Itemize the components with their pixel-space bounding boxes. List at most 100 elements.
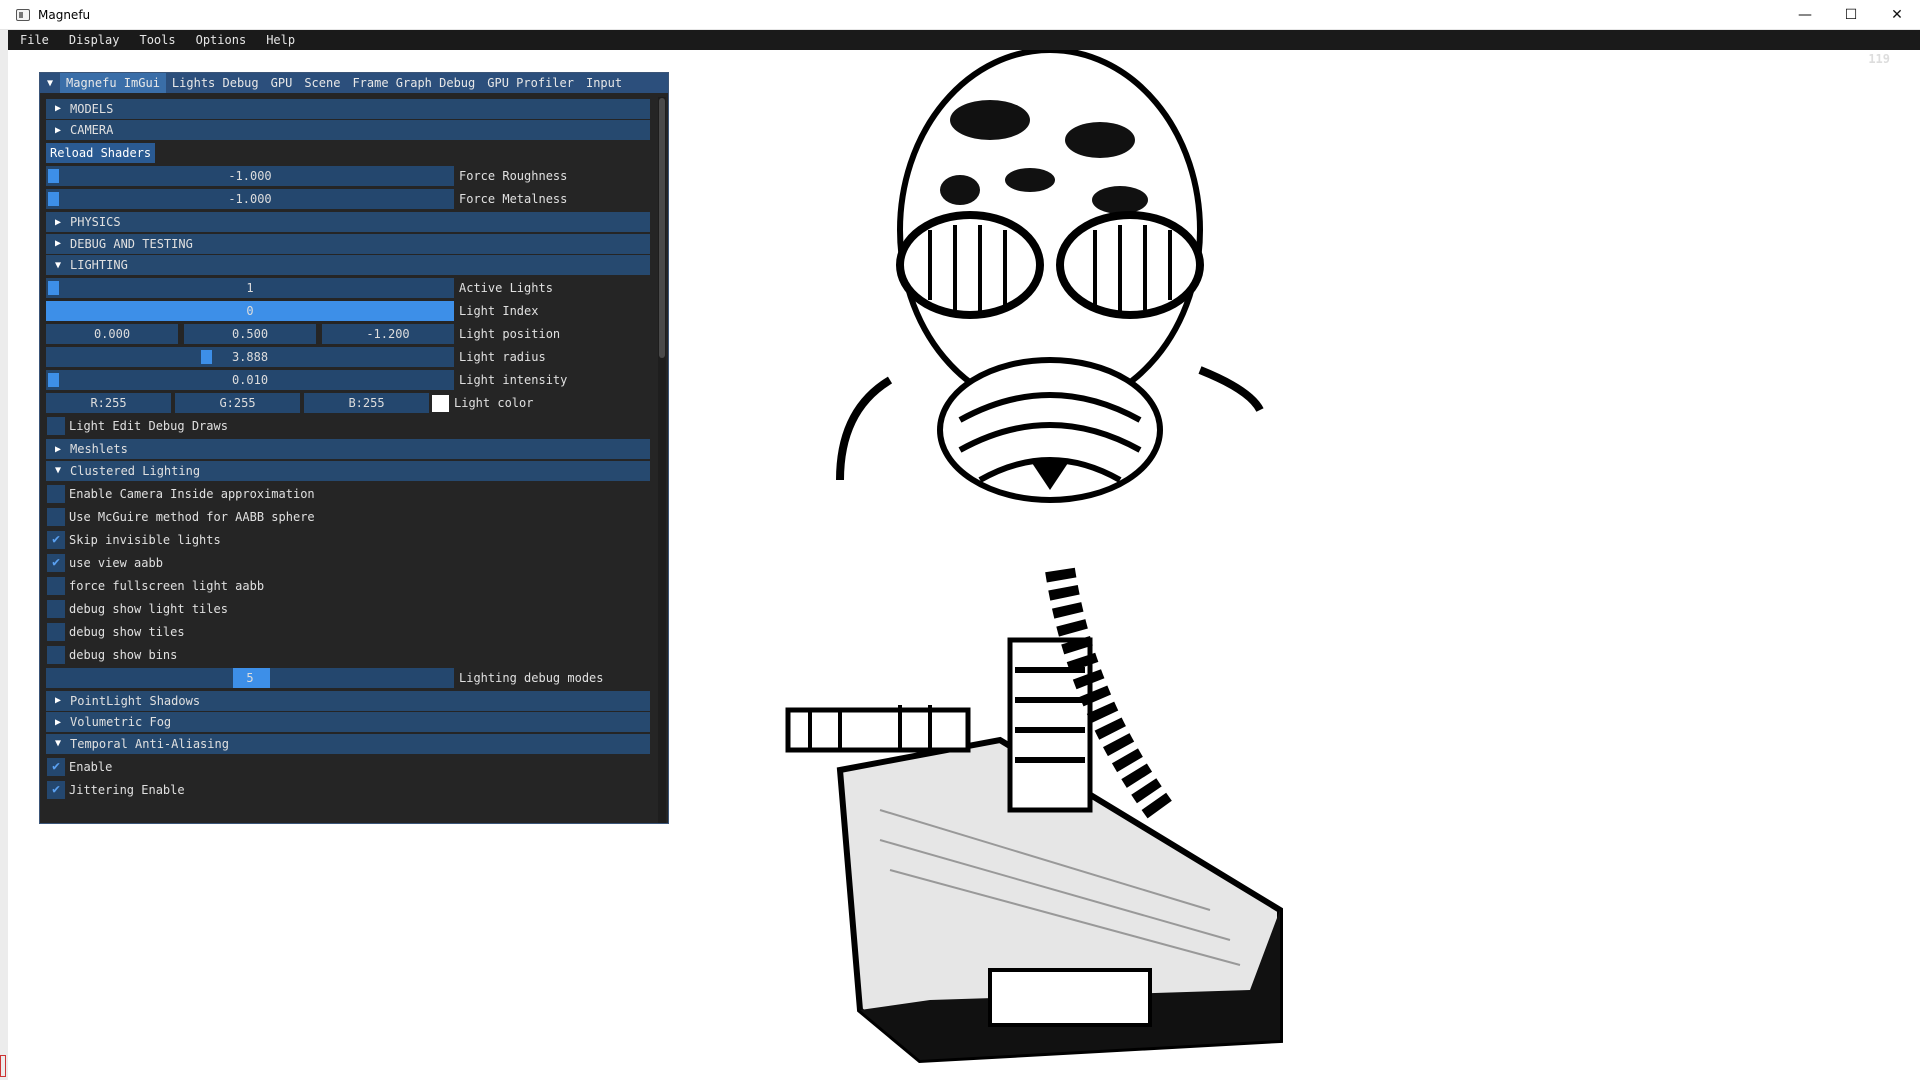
menu-display[interactable]: Display (57, 30, 128, 50)
header-camera[interactable]: ▶ CAMERA (46, 120, 650, 140)
clustered-option-row: ✔ use view aabb (46, 551, 650, 574)
clustered-checkbox[interactable] (47, 599, 65, 618)
slider-value: R:255 (90, 396, 127, 410)
minimize-button[interactable]: — (1782, 0, 1828, 30)
menu-help[interactable]: Help (254, 30, 303, 50)
header-label: DEBUG AND TESTING (70, 236, 193, 251)
checkbox-label: Jittering Enable (69, 782, 185, 797)
clustered-option-row: ✔ Skip invisible lights (46, 528, 650, 551)
scrollbar-thumb[interactable] (659, 98, 665, 358)
scene-render (785, 50, 1283, 1064)
slider-value: 0.000 (93, 327, 131, 341)
menu-options[interactable]: Options (184, 30, 255, 50)
clustered-checkbox[interactable] (47, 507, 65, 526)
taa-enable-checkbox[interactable]: ✔ (47, 757, 65, 776)
menu-file[interactable]: File (8, 30, 57, 50)
force-roughness-label: Force Roughness (459, 169, 568, 183)
expand-arrow-icon: ▶ (54, 216, 62, 228)
light-color-label: Light color (454, 396, 534, 410)
slider-grab (48, 192, 59, 206)
checkbox-label: Enable Camera Inside approximation (69, 486, 315, 501)
header-label: Clustered Lighting (70, 463, 201, 478)
light-index-row: 0 Light Index (46, 300, 650, 323)
light-position-x-field[interactable]: 0.000 (46, 324, 178, 344)
slider-value: 0.500 (231, 327, 269, 341)
tab-lights-debug[interactable]: Lights Debug (166, 73, 265, 93)
tab-gpu[interactable]: GPU (265, 73, 299, 93)
light-color-r-field[interactable]: R:255 (46, 393, 171, 413)
tab-magnefu-imgui[interactable]: Magnefu ImGui (60, 73, 166, 93)
clustered-checkbox[interactable] (47, 576, 65, 595)
clustered-checkbox[interactable] (47, 622, 65, 641)
header-volumetric-fog[interactable]: ▶ Volumetric Fog (46, 712, 650, 732)
reload-row: Reload Shaders (46, 142, 650, 165)
light-radius-label: Light radius (459, 350, 546, 364)
checkbox-label: debug show bins (69, 647, 178, 662)
menu-tools[interactable]: Tools (127, 30, 183, 50)
light-color-b-field[interactable]: B:255 (304, 393, 429, 413)
app-icon (16, 8, 30, 21)
slider-value: 0.010 (231, 373, 269, 387)
light-position-row: 0.000 0.500 -1.200 Light position (46, 323, 650, 346)
tab-frame-graph-debug[interactable]: Frame Graph Debug (346, 73, 481, 93)
lighting-debug-modes-slider[interactable]: 5 (46, 667, 454, 688)
edge-marker (0, 1055, 6, 1077)
lighting-debug-modes-row: 5 Lighting debug modes (46, 666, 650, 689)
taa-jitter-row: ✔ Jittering Enable (46, 778, 650, 801)
header-label: CAMERA (70, 123, 114, 137)
imgui-window[interactable]: ▼ Magnefu ImGui Lights Debug GPU Scene F… (39, 72, 669, 824)
header-debug[interactable]: ▶ DEBUG AND TESTING (46, 233, 650, 254)
header-label: Volumetric Fog (70, 715, 172, 729)
close-button[interactable]: ✕ (1874, 0, 1920, 30)
light-index-slider[interactable]: 0 (46, 301, 454, 321)
force-metalness-slider[interactable]: -1.000 (46, 189, 454, 209)
checkbox-label: Use McGuire method for AABB sphere (69, 509, 315, 524)
collapse-arrow-icon[interactable]: ▼ (40, 78, 60, 89)
header-pointlight-shadows[interactable]: ▶ PointLight Shadows (46, 690, 650, 711)
header-label: PHYSICS (70, 215, 121, 229)
force-roughness-slider[interactable]: -1.000 (46, 166, 454, 186)
expand-arrow-icon: ▶ (54, 716, 62, 728)
clustered-checkbox[interactable] (47, 484, 65, 503)
light-position-label: Light position (459, 327, 561, 341)
light-radius-slider[interactable]: 3.888 (46, 347, 454, 367)
expand-arrow-icon: ▶ (54, 103, 62, 114)
light-intensity-slider[interactable]: 0.010 (46, 370, 454, 390)
imgui-scrollbar[interactable] (658, 97, 666, 823)
slider-value: -1.200 (366, 327, 410, 341)
active-lights-slider[interactable]: 1 (46, 278, 454, 298)
clustered-checkbox[interactable] (47, 645, 65, 664)
header-meshlets[interactable]: ▶ Meshlets (46, 439, 650, 459)
header-clustered-lighting[interactable]: ▼ Clustered Lighting (46, 460, 650, 481)
light-edit-debug-checkbox[interactable] (47, 417, 65, 435)
tab-scene[interactable]: Scene (298, 73, 346, 93)
clustered-checkbox[interactable]: ✔ (47, 553, 65, 572)
clustered-checkbox[interactable]: ✔ (47, 530, 65, 549)
reload-shaders-button[interactable]: Reload Shaders (46, 143, 156, 163)
light-edit-debug-row: Light Edit Debug Draws (46, 415, 650, 438)
light-position-y-field[interactable]: 0.500 (184, 324, 316, 344)
taa-jitter-checkbox[interactable]: ✔ (47, 780, 65, 799)
header-lighting[interactable]: ▼ LIGHTING (46, 255, 650, 275)
window-controls: — ☐ ✕ (1782, 0, 1920, 30)
checkbox-label: Light Edit Debug Draws (69, 419, 228, 433)
slider-value: -1.000 (228, 169, 272, 183)
slider-value: 5 (246, 670, 254, 685)
light-color-swatch[interactable] (432, 394, 449, 412)
light-color-g-field[interactable]: G:255 (175, 393, 300, 413)
light-color-row: R:255 G:255 B:255 Light color (46, 392, 650, 415)
clustered-option-row: Enable Camera Inside approximation (46, 482, 650, 505)
maximize-button[interactable]: ☐ (1828, 0, 1874, 30)
header-taa[interactable]: ▼ Temporal Anti-Aliasing (46, 733, 650, 754)
force-metalness-row: -1.000 Force Metalness (46, 188, 650, 211)
bust-model (785, 50, 1283, 1064)
checkbox-label: use view aabb (69, 555, 163, 570)
active-lights-label: Active Lights (459, 281, 553, 295)
light-position-z-field[interactable]: -1.200 (322, 324, 454, 344)
expand-arrow-icon: ▶ (54, 124, 62, 136)
tab-gpu-profiler[interactable]: GPU Profiler (481, 73, 580, 93)
tab-input[interactable]: Input (580, 73, 628, 93)
fps-counter: 119 (1868, 52, 1890, 66)
header-physics[interactable]: ▶ PHYSICS (46, 212, 650, 232)
header-models[interactable]: ▶ MODELS (46, 98, 650, 119)
